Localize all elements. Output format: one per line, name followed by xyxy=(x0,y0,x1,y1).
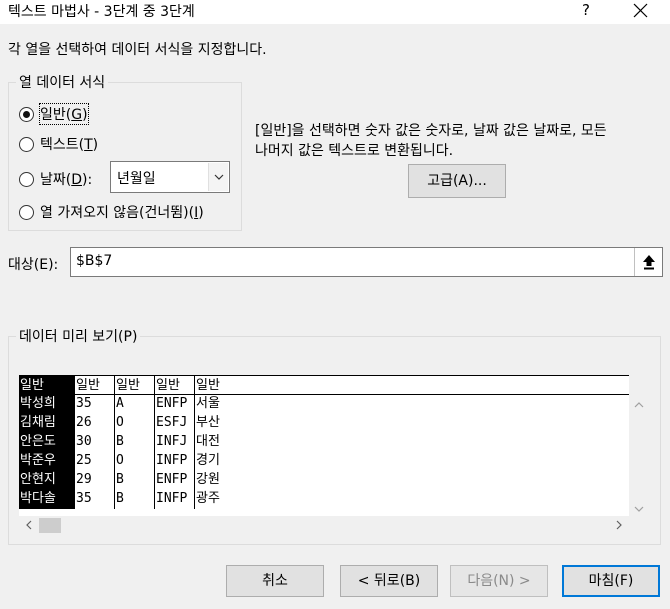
table-row: 김채림 26 O ESFJ 부산 xyxy=(19,414,629,433)
data-preview-legend: 데이터 미리 보기(P) xyxy=(19,329,138,345)
radio-date-label: 날짜(D): xyxy=(40,172,93,188)
column-header[interactable]: 일반 xyxy=(195,376,629,394)
radio-date[interactable]: 날짜(D): xyxy=(19,169,92,189)
preview-cell[interactable]: 26 xyxy=(75,414,115,433)
column-header[interactable]: 일반 xyxy=(75,376,115,394)
instruction-text: 각 열을 선택하여 데이터 서식을 지정합니다. xyxy=(8,42,267,58)
date-format-value: 년월일 xyxy=(117,171,156,187)
column-format-legend: 열 데이터 서식 xyxy=(19,75,106,91)
radio-text-button[interactable] xyxy=(19,136,34,152)
column-header[interactable]: 일반 xyxy=(155,376,195,394)
preview-cell[interactable]: B xyxy=(115,490,155,509)
preview-cell[interactable]: A xyxy=(115,395,155,414)
radio-skip-label: 열 가져오지 않음(건너뜀)(I) xyxy=(40,205,204,221)
preview-cell[interactable]: ENFP xyxy=(155,395,195,414)
description-line-2: 나머지 값은 텍스트로 변환됩니다. xyxy=(255,143,454,159)
data-preview-area[interactable]: 일반 일반 일반 일반 일반 박성희 35 A ENFP 서울 김채림 26 O… xyxy=(19,375,629,516)
preview-cell[interactable]: O xyxy=(115,452,155,471)
cancel-button[interactable]: 취소 xyxy=(226,565,324,597)
chevron-down-icon[interactable] xyxy=(208,163,228,191)
vertical-scrollbar[interactable] xyxy=(629,394,649,516)
next-button[interactable]: 다음(N) > xyxy=(450,565,548,597)
target-label: 대상(E): xyxy=(8,257,59,273)
table-row: 박성희 35 A ENFP 서울 xyxy=(19,395,629,414)
preview-cell[interactable]: INFP xyxy=(155,490,195,509)
collapse-dialog-button[interactable] xyxy=(634,248,662,276)
column-header[interactable]: 일반 xyxy=(115,376,155,394)
preview-grid: 일반 일반 일반 일반 일반 박성희 35 A ENFP 서울 김채림 26 O… xyxy=(19,375,629,509)
preview-cell[interactable]: B xyxy=(115,471,155,490)
column-header[interactable]: 일반 xyxy=(19,376,75,394)
preview-cell[interactable]: 25 xyxy=(75,452,115,471)
radio-text-label: 텍스트(T) xyxy=(40,137,99,153)
close-button[interactable] xyxy=(626,0,654,22)
window-title: 텍스트 마법사 - 3단계 중 3단계 xyxy=(8,4,195,20)
preview-cell[interactable]: ESFJ xyxy=(155,414,195,433)
preview-cell[interactable]: 박다솔 xyxy=(19,490,75,509)
advanced-button[interactable]: 고급(A)... xyxy=(408,164,506,198)
preview-cell[interactable]: 안은도 xyxy=(19,433,75,452)
target-input[interactable]: $B$7 xyxy=(70,247,663,277)
radio-text[interactable]: 텍스트(T) xyxy=(19,134,98,154)
preview-cell[interactable]: 박성희 xyxy=(19,395,75,414)
preview-cell[interactable]: 30 xyxy=(75,433,115,452)
preview-cell[interactable]: INFP xyxy=(155,452,195,471)
close-icon xyxy=(633,3,648,18)
chevron-right-icon[interactable] xyxy=(616,520,622,533)
finish-button[interactable]: 마침(F) xyxy=(562,565,660,597)
radio-general[interactable]: 일반(G) xyxy=(19,103,89,125)
preview-cell[interactable]: 광주 xyxy=(195,490,629,509)
target-value: $B$7 xyxy=(76,253,113,269)
radio-date-button[interactable] xyxy=(19,171,34,187)
preview-cell[interactable]: O xyxy=(115,414,155,433)
preview-cell[interactable]: 29 xyxy=(75,471,115,490)
table-row: 박준우 25 O INFP 경기 xyxy=(19,452,629,471)
table-row: 박다솔 35 B INFP 광주 xyxy=(19,490,629,509)
preview-cell[interactable]: 35 xyxy=(75,395,115,414)
preview-cell[interactable]: 35 xyxy=(75,490,115,509)
chevron-down-icon[interactable] xyxy=(634,502,644,515)
preview-cell[interactable]: 부산 xyxy=(195,414,629,433)
table-row: 안은도 30 B INFJ 대전 xyxy=(19,433,629,452)
horizontal-scrollbar[interactable] xyxy=(19,516,629,535)
preview-cell[interactable]: 경기 xyxy=(195,452,629,471)
description-line-1: [일반]을 선택하면 숫자 값은 숫자로, 날짜 값은 날짜로, 모든 xyxy=(255,123,607,139)
preview-cell[interactable]: ENFP xyxy=(155,471,195,490)
preview-cell[interactable]: 김채림 xyxy=(19,414,75,433)
preview-cell[interactable]: 대전 xyxy=(195,433,629,452)
radio-general-button[interactable] xyxy=(19,106,34,122)
preview-cell[interactable]: 강원 xyxy=(195,471,629,490)
radio-general-label: 일반(G) xyxy=(39,103,89,125)
scroll-thumb[interactable] xyxy=(39,518,61,533)
radio-skip[interactable]: 열 가져오지 않음(건너뜀)(I) xyxy=(19,202,204,222)
table-row: 안현지 29 B ENFP 강원 xyxy=(19,471,629,490)
preview-cell[interactable]: 안현지 xyxy=(19,471,75,490)
preview-cell[interactable]: INFJ xyxy=(155,433,195,452)
preview-cell[interactable]: 서울 xyxy=(195,395,629,414)
format-description: [일반]을 선택하면 숫자 값은 숫자로, 날짜 값은 날짜로, 모든 나머지 … xyxy=(255,121,665,161)
preview-cell[interactable]: 박준우 xyxy=(19,452,75,471)
radio-skip-button[interactable] xyxy=(19,204,34,220)
chevron-left-icon[interactable] xyxy=(26,520,32,533)
help-button[interactable]: ? xyxy=(574,0,598,22)
preview-header-row: 일반 일반 일반 일반 일반 xyxy=(19,375,629,395)
date-format-select[interactable]: 년월일 xyxy=(110,161,230,193)
chevron-up-icon[interactable] xyxy=(634,398,644,411)
upload-arrow-icon xyxy=(642,255,655,270)
preview-cell[interactable]: B xyxy=(115,433,155,452)
back-button[interactable]: < 뒤로(B) xyxy=(340,565,438,597)
